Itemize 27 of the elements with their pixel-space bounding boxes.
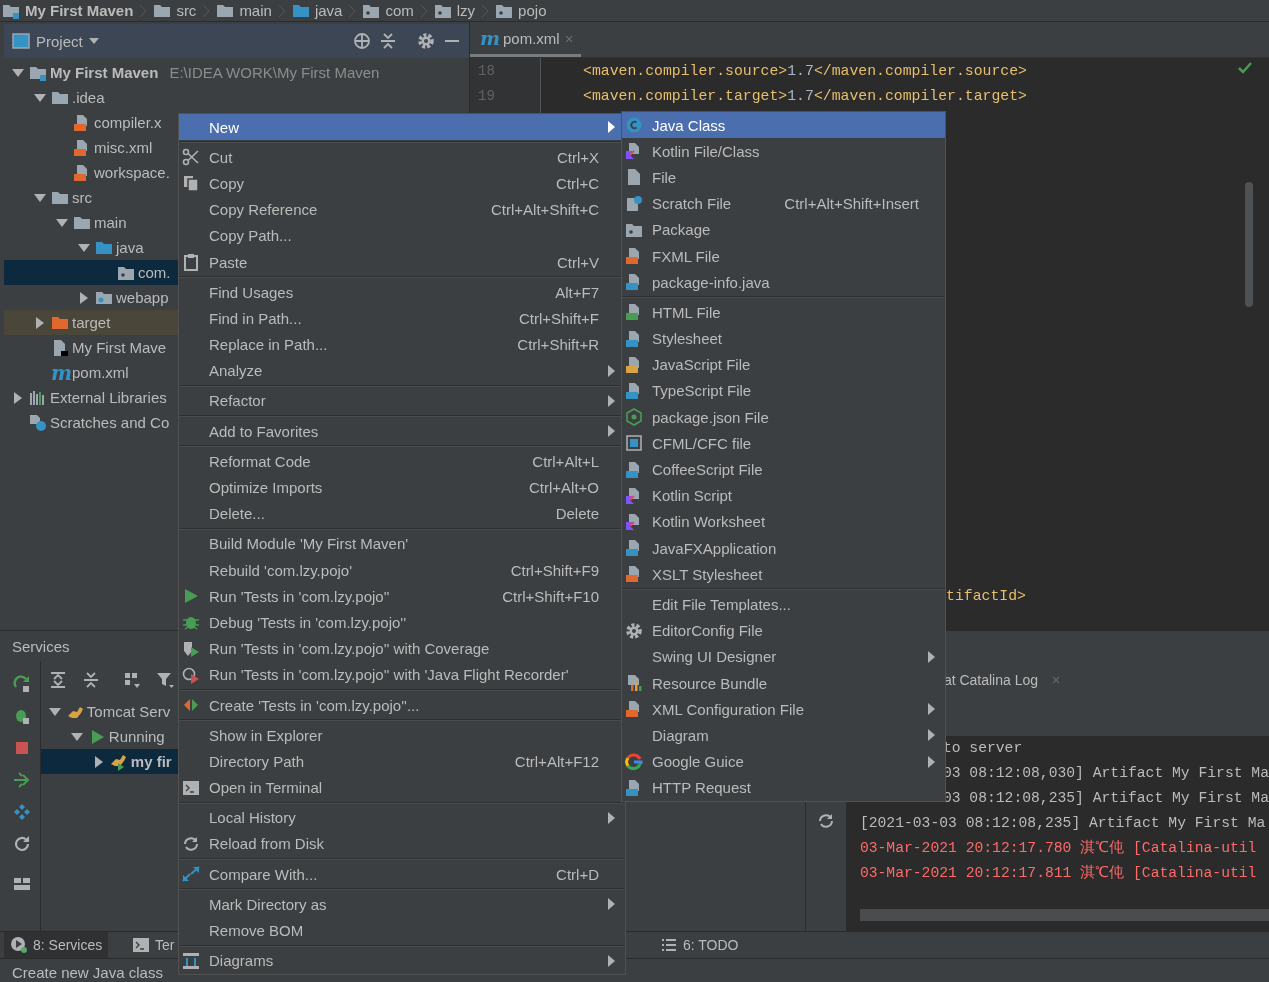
- shortcut-label: Ctrl+Alt+Shift+C: [490, 201, 599, 219]
- shortcut-label: Ctrl+V: [555, 253, 599, 271]
- shortcut-label: Ctrl+Alt+F12: [513, 752, 599, 770]
- shortcut-label: Ctrl+Alt+Shift+Insert: [783, 195, 919, 213]
- maven-icon: m: [51, 363, 69, 382]
- shortcut-label: Ctrl+X: [555, 148, 599, 166]
- log-line: to server: [941, 739, 1024, 758]
- shortcut-label: Delete: [554, 505, 599, 523]
- code-line: <maven.compiler.target>1.7</maven.compiler.target>: [582, 87, 1027, 106]
- panel-title: Services: [12, 637, 70, 655]
- log-line: [2021-03-03 08:12:08,235] Artifact My First Ma: [858, 814, 1267, 833]
- shortcut-label: Ctrl+Alt+O: [527, 479, 599, 497]
- shortcut-label: Ctrl+Shift+R: [516, 336, 599, 354]
- shortcut-label: Ctrl+Shift+F: [517, 309, 599, 327]
- log-line: 03-Mar-2021 20:12:17.780 淇℃伅 [Catalina-util: [858, 838, 1258, 858]
- code-line: <maven.compiler.source>1.7</maven.compiler.source>: [582, 62, 1027, 81]
- path-hint: E:\IDEA WORK\My First Maven: [169, 64, 380, 81]
- maven-icon: m: [480, 29, 498, 47]
- shortcut-label: Ctrl+D: [555, 865, 599, 883]
- shortcut-label: Ctrl+Alt+L: [531, 452, 599, 470]
- code-line: tifactId>: [946, 588, 1026, 604]
- shortcut-label: Ctrl+Shift+F9: [509, 561, 599, 579]
- shortcut-label: Ctrl+C: [555, 174, 599, 192]
- shortcut-label: Ctrl+Shift+F10: [501, 587, 599, 605]
- shortcut-label: Alt+F7: [554, 283, 599, 301]
- log-line: 03-Mar-2021 20:12:17.811 淇℃伅 [Catalina-util: [858, 863, 1258, 883]
- status-message: Create new Java class: [12, 963, 163, 981]
